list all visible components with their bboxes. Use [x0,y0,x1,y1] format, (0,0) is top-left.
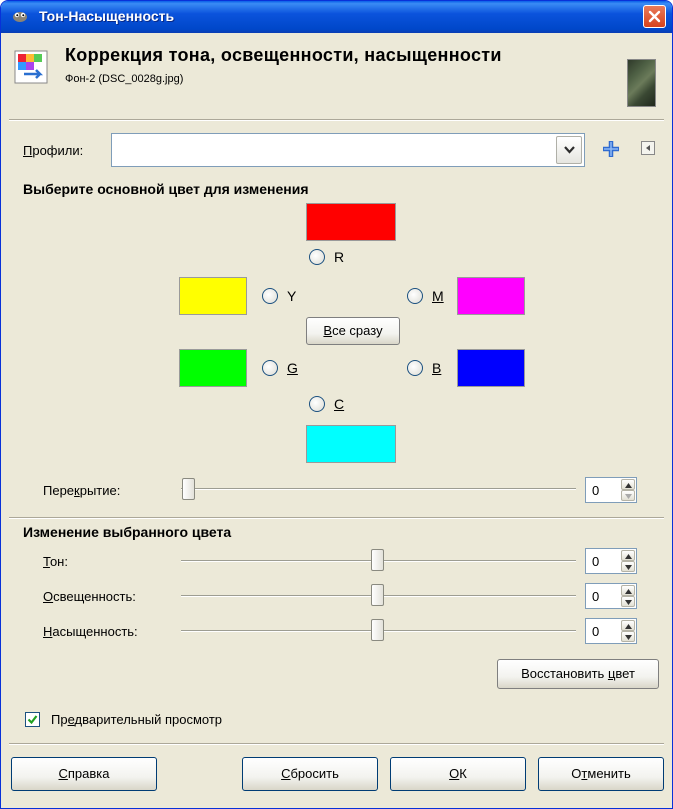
swatch-red[interactable] [306,203,396,241]
lightness-increment[interactable] [621,585,635,596]
saturation-spinbox[interactable]: 0 [585,618,637,644]
help-button[interactable]: Справка [11,757,157,791]
window-title: Тон-Насыщенность [39,8,175,24]
overlap-label: Перекрытие: [43,483,121,498]
swatch-magenta[interactable] [457,277,525,315]
image-thumbnail [627,59,656,107]
radio-cyan-label: C [334,396,345,412]
radio-magenta-label: M [432,288,444,304]
hue-decrement[interactable] [621,561,635,572]
dialog-header: Коррекция тона, освещенности, насыщеннос… [1,33,672,113]
hue-increment[interactable] [621,550,635,561]
overlap-increment[interactable] [621,479,635,490]
close-icon [648,10,661,23]
radio-yellow-label: Y [287,288,297,304]
profiles-label: Профили: [23,143,84,158]
profiles-combo[interactable] [111,133,585,167]
adjust-heading: Изменение выбранного цвета [23,524,232,540]
swatch-yellow[interactable] [179,277,247,315]
radio-yellow[interactable] [262,288,278,304]
header-separator [9,119,664,121]
overlap-slider-thumb[interactable] [182,478,195,500]
saturation-value: 0 [592,624,600,639]
saturation-label: Насыщенность: [43,624,138,639]
cancel-button[interactable]: Отменить [538,757,664,791]
plus-icon[interactable] [601,139,621,159]
radio-green[interactable] [262,360,278,376]
radio-blue[interactable] [407,360,423,376]
swatch-blue[interactable] [457,349,525,387]
radio-green-label: G [287,360,298,376]
header-subtitle: Фон-2 (DSC_0028g.jpg) [65,73,184,85]
hue-value: 0 [592,554,600,569]
menu-arrow-icon[interactable] [641,141,655,155]
lightness-label: Освещенность: [43,589,136,604]
preview-label: Предварительный просмотр [51,712,223,727]
saturation-decrement[interactable] [621,631,635,642]
saturation-slider-thumb[interactable] [371,619,384,641]
all-colors-button[interactable]: Все сразу [306,317,400,345]
saturation-increment[interactable] [621,620,635,631]
section-separator [9,517,664,519]
close-button[interactable] [643,5,666,28]
overlap-value: 0 [592,483,600,498]
swatch-green[interactable] [179,349,247,387]
checkmark-icon [27,715,38,725]
swatch-cyan[interactable] [306,425,396,463]
chevron-down-icon [564,146,575,154]
radio-magenta[interactable] [407,288,423,304]
radio-blue-label: B [432,360,442,376]
lightness-slider-thumb[interactable] [371,584,384,606]
lightness-decrement[interactable] [621,596,635,607]
header-title: Коррекция тона, освещенности, насыщеннос… [65,45,502,65]
reset-button[interactable]: Сбросить [242,757,378,791]
hue-saturation-icon [14,50,48,84]
profiles-dropdown-button[interactable] [556,136,582,164]
radio-red-label: R [334,249,345,265]
overlap-spinbox[interactable]: 0 [585,477,637,503]
radio-cyan[interactable] [309,396,325,412]
overlap-decrement[interactable] [621,490,635,501]
overlap-slider-track[interactable] [181,488,576,490]
title-bar[interactable]: Тон-Насыщенность [1,1,672,33]
reset-color-button[interactable]: Восстановить цвет [497,659,659,689]
hue-spinbox[interactable]: 0 [585,548,637,574]
radio-red[interactable] [309,249,325,265]
gimp-icon [13,12,27,22]
hue-slider-thumb[interactable] [371,549,384,571]
dialog-window: Тон-Насыщенность Коррекция тона, освещен… [0,0,673,809]
lightness-spinbox[interactable]: 0 [585,583,637,609]
hue-label: Тон: [43,554,68,569]
lightness-value: 0 [592,589,600,604]
preview-checkbox[interactable] [25,712,40,727]
color-select-heading: Выберите основной цвет для изменения [23,181,309,197]
footer-separator [9,743,664,745]
ok-button[interactable]: ОК [390,757,526,791]
